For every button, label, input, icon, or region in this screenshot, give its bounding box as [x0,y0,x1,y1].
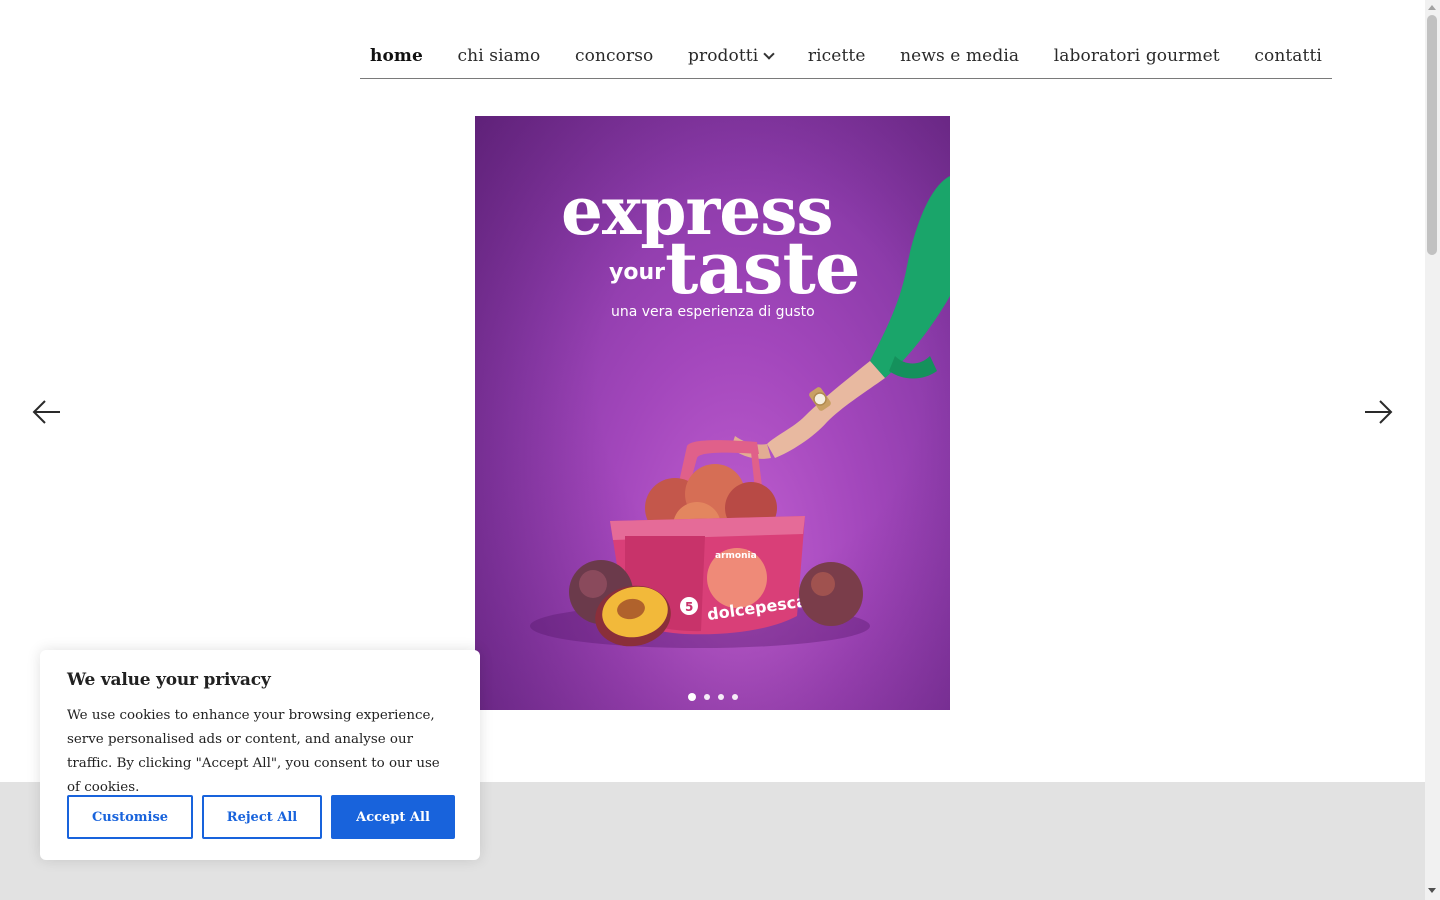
nav-item-label: news e media [900,46,1020,66]
nav-item-label: concorso [575,46,654,66]
arrow-right-icon [1365,400,1393,424]
scroll-down-icon[interactable] [1428,888,1436,893]
carousel-dot-1[interactable] [687,693,696,701]
carousel-next-button[interactable] [1362,396,1394,428]
svg-text:armonia: armonia [715,551,757,561]
nav-item-laboratori-gourmet[interactable]: laboratori gourmet [1054,46,1220,68]
cookie-consent-banner: We value your privacy We use cookies to … [40,650,480,860]
nav-item-news-e-media[interactable]: news e media [900,46,1019,68]
nav-item-chi-siamo[interactable]: chi siamo [458,46,541,68]
nav-item-ricette[interactable]: ricette [808,46,866,68]
nav-item-label: prodotti [688,46,759,66]
hero-slide[interactable]: armonia dolcepesca 5 express taste your … [475,116,950,710]
accept-all-button[interactable]: Accept All [331,795,455,839]
headline-taste: taste [665,225,861,310]
scroll-up-icon[interactable] [1428,5,1436,10]
carousel-dot-3[interactable] [717,694,724,700]
reject-all-button[interactable]: Reject All [202,795,322,839]
nav-item-home[interactable]: home [370,46,423,68]
carousel-pagination [475,693,950,701]
scroll-thumb[interactable] [1427,15,1437,255]
cookie-description: We use cookies to enhance your browsing … [67,708,440,795]
nav-item-label: chi siamo [457,46,541,66]
nav-item-contatti[interactable]: contatti [1254,46,1322,68]
svg-text:5: 5 [685,600,693,614]
page: home chi siamo concorso prodotti ricette… [0,0,1440,900]
carousel-prev-button[interactable] [31,396,63,428]
arrow-left-icon [32,400,60,424]
page-scrollbar[interactable] [1425,0,1440,900]
nav-item-label: laboratori gourmet [1053,46,1220,66]
chevron-down-icon [763,47,775,60]
cookie-actions: Customise Reject All Accept All [67,795,455,839]
customise-button[interactable]: Customise [67,795,193,839]
nav-item-label: ricette [807,46,866,66]
main-navigation: home chi siamo concorso prodotti ricette… [360,36,1332,79]
nav-item-prodotti[interactable]: prodotti [688,46,775,68]
carousel-dot-4[interactable] [731,694,738,700]
carousel-dot-2[interactable] [703,694,710,700]
nav-item-label: contatti [1254,46,1322,66]
nav-item-concorso[interactable]: concorso [575,46,653,68]
hero-subline: una vera esperienza di gusto [611,304,815,320]
nav-item-label: home [370,46,423,66]
cookie-title: We value your privacy [67,670,271,690]
headline-your: your [609,260,665,285]
